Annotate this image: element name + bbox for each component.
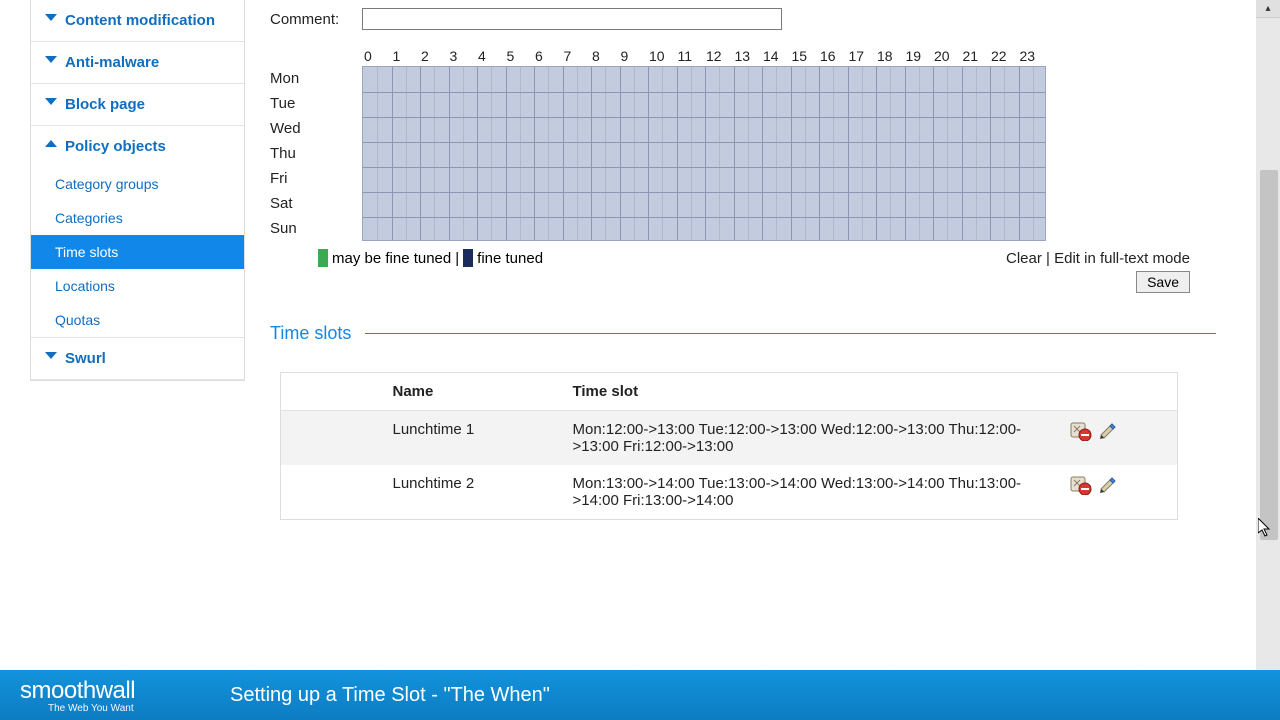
legend-swatch-fine-tuned [463,249,473,267]
edit-icon[interactable] [1098,421,1126,445]
hour-label: 22 [989,48,1018,64]
sidebar-item-content-modification[interactable]: Content modification [31,0,244,42]
legend-swatch-may-be-fine-tuned [318,249,328,267]
sidebar-sub-category-groups[interactable]: Category groups [31,167,244,201]
hour-label: 13 [733,48,762,64]
row-slot: Mon:12:00->13:00 Tue:12:00->13:00 Wed:12… [561,411,1058,466]
day-label: Sun [270,216,362,241]
sidebar-sub-time-slots[interactable]: Time slots [31,235,244,269]
hour-label: 3 [448,48,477,64]
sidebar-sub-categories[interactable]: Categories [31,201,244,235]
day-label: Tue [270,91,362,116]
footer-bar: smoothwall The Web You Want Setting up a… [0,670,1280,720]
footer-brand: smoothwall [20,677,230,705]
hour-label: 21 [961,48,990,64]
row-name: Lunchtime 1 [381,411,561,466]
hour-label: 1 [391,48,420,64]
chevron-down-icon [45,352,57,359]
clear-link[interactable]: Clear [1006,250,1042,267]
hour-label: 11 [676,48,705,64]
hour-label: 8 [590,48,619,64]
table-row: Lunchtime 1Mon:12:00->13:00 Tue:12:00->1… [281,411,1178,466]
sidebar-sub-quotas[interactable]: Quotas [31,303,244,337]
sidebar-item-swurl[interactable]: Swurl [31,338,244,380]
scroll-up-icon[interactable]: ▴ [1256,0,1280,18]
hour-label: 2 [419,48,448,64]
vertical-scrollbar[interactable]: ▴ [1256,0,1280,720]
sidebar-item-policy-objects[interactable]: Policy objects [31,126,244,167]
sidebar-sub-locations[interactable]: Locations [31,269,244,303]
sidebar-item-label: Policy objects [65,138,166,155]
sidebar-item-label: Anti-malware [65,54,159,71]
row-slot: Mon:13:00->14:00 Tue:13:00->14:00 Wed:13… [561,465,1058,520]
table-header-blank [281,373,381,411]
sidebar-subgroup-policy-objects: Category groups Categories Time slots Lo… [31,167,244,338]
hour-label: 17 [847,48,876,64]
hour-label: 23 [1018,48,1047,64]
hour-label: 18 [875,48,904,64]
day-label: Thu [270,141,362,166]
hour-label: 5 [505,48,534,64]
day-label: Sat [270,191,362,216]
hour-label: 19 [904,48,933,64]
delete-icon[interactable] [1070,421,1098,445]
sidebar-item-anti-malware[interactable]: Anti-malware [31,42,244,84]
sidebar-item-block-page[interactable]: Block page [31,84,244,126]
legend-sep: | [455,250,459,267]
legend-label: fine tuned [477,250,543,267]
chevron-down-icon [45,98,57,105]
chevron-up-icon [45,140,57,147]
hour-label: 20 [932,48,961,64]
table-row: Lunchtime 2Mon:13:00->14:00 Tue:13:00->1… [281,465,1178,520]
chevron-down-icon [45,56,57,63]
delete-icon[interactable] [1070,475,1098,499]
save-button[interactable]: Save [1136,271,1190,293]
day-label: Fri [270,166,362,191]
edit-icon[interactable] [1098,475,1126,499]
sidebar-item-label: Content modification [65,12,215,29]
hour-label: 15 [790,48,819,64]
legend-label: may be fine tuned [332,250,451,267]
chevron-down-icon [45,14,57,21]
edit-full-text-link[interactable]: Edit in full-text mode [1054,250,1190,267]
hour-label: 6 [533,48,562,64]
table-header-name: Name [381,373,561,411]
sidebar-item-label: Swurl [65,350,106,367]
section-title-time-slots: Time slots [270,323,365,344]
table-header-slot: Time slot [561,373,1058,411]
hour-label: 14 [761,48,790,64]
table-header-actions [1058,373,1178,411]
hour-label: 9 [619,48,648,64]
day-label: Wed [270,116,362,141]
time-grid[interactable] [362,66,1046,241]
section-rule [365,333,1216,334]
day-label: Mon [270,66,362,91]
hour-label: 10 [647,48,676,64]
sidebar: Content modification Anti-malware Block … [30,0,245,381]
time-slots-table: Name Time slot Lunchtime 1Mon:12:00->13:… [280,372,1178,520]
schedule-grid: MonTueWedThuFriSatSun 012345678910111213… [270,40,1230,241]
scroll-thumb[interactable] [1260,170,1278,540]
footer-title: Setting up a Time Slot - "The When" [230,684,550,707]
sidebar-item-label: Block page [65,96,145,113]
hour-label: 16 [818,48,847,64]
footer-tagline: The Web You Want [48,703,230,714]
hour-label: 0 [362,48,391,64]
hour-label: 12 [704,48,733,64]
hour-label: 4 [476,48,505,64]
row-name: Lunchtime 2 [381,465,561,520]
comment-label: Comment: [270,11,362,28]
comment-input[interactable] [362,8,782,30]
hour-label: 7 [562,48,591,64]
